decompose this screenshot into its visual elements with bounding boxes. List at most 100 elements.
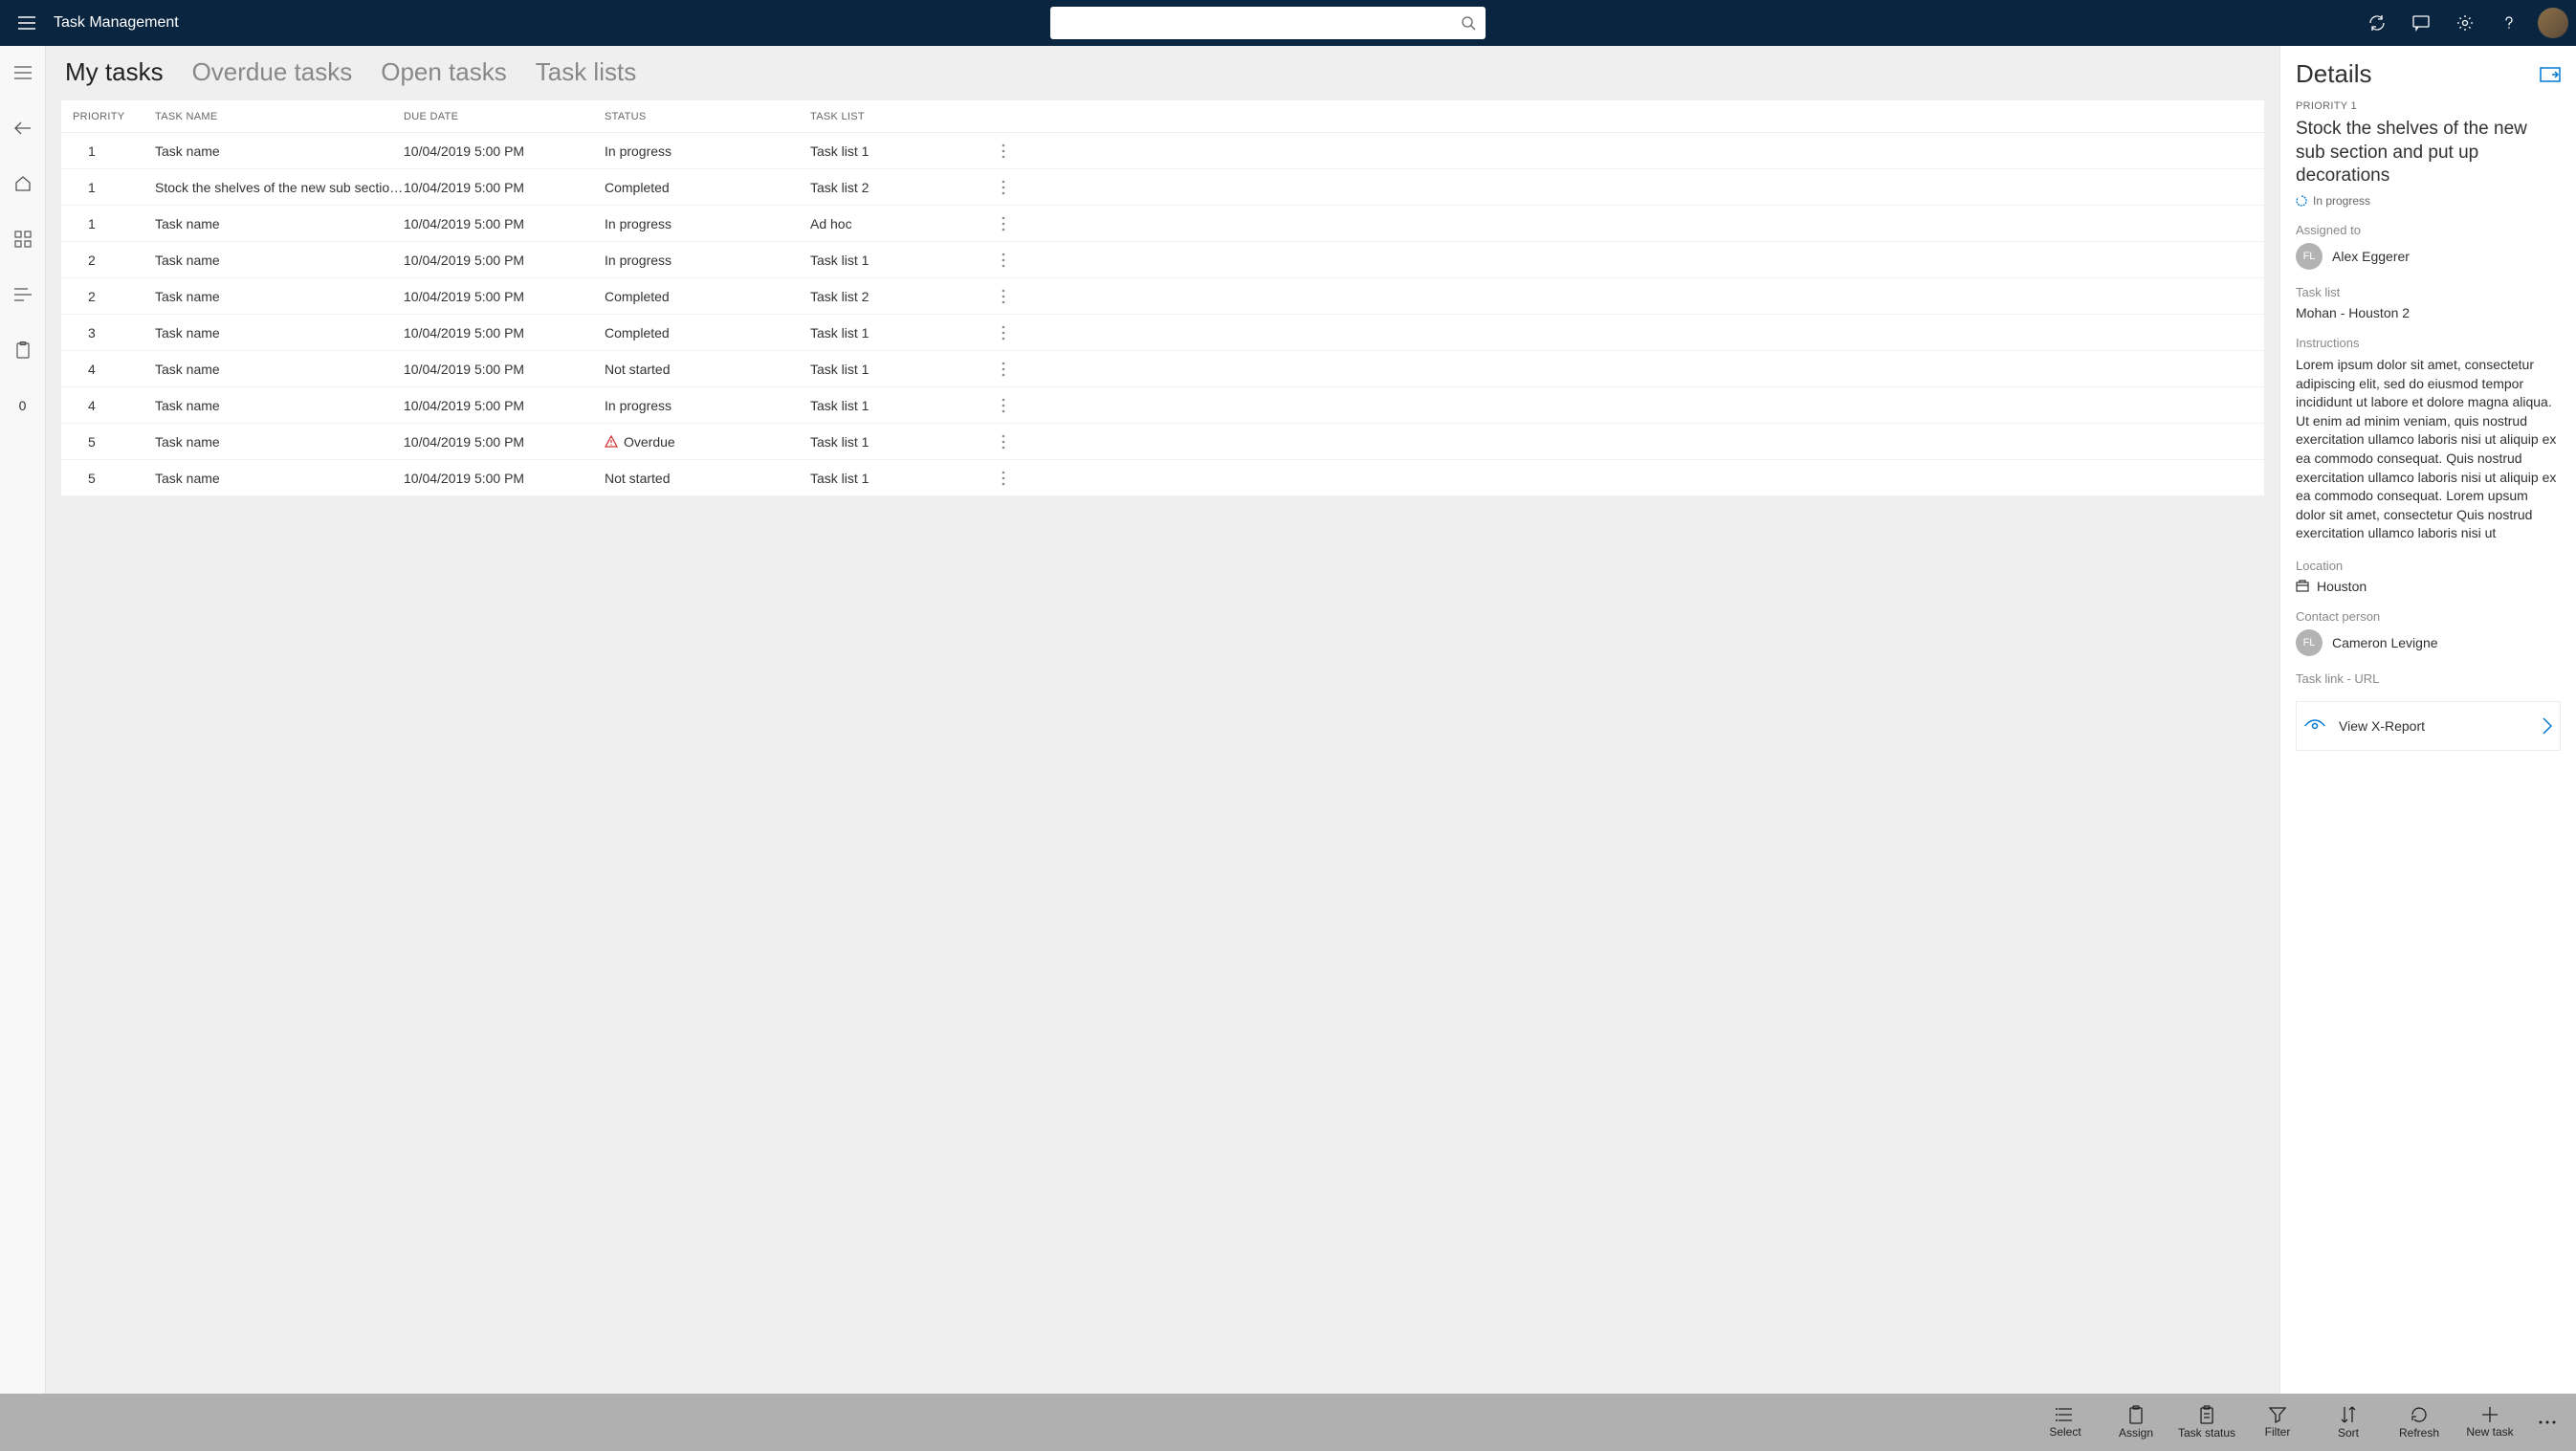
table-row[interactable]: 1Stock the shelves of the new sub sectio… (61, 169, 2264, 206)
cell-task-list: Task list 2 (810, 180, 1002, 195)
row-more-button[interactable] (1002, 289, 1040, 304)
cell-status: Completed (605, 325, 810, 341)
cell-task-list: Task list 1 (810, 253, 1002, 268)
details-heading: Details (2296, 59, 2371, 89)
view-report-link[interactable]: View X-Report (2296, 701, 2561, 751)
row-more-button[interactable] (1002, 434, 1040, 450)
cell-priority: 1 (69, 180, 155, 195)
help-button[interactable] (2490, 4, 2528, 42)
chat-button[interactable] (2402, 4, 2440, 42)
cell-due-date: 10/04/2019 5:00 PM (404, 325, 605, 341)
task-status-button[interactable]: Task status (2174, 1397, 2239, 1447)
table-row[interactable]: 5Task name10/04/2019 5:00 PMNot startedT… (61, 460, 2264, 496)
row-more-button[interactable] (1002, 398, 1040, 413)
row-more-button[interactable] (1002, 143, 1040, 159)
cell-task-name: Task name (155, 289, 404, 304)
rail-menu-button[interactable] (4, 54, 42, 92)
row-more-button[interactable] (1002, 471, 1040, 486)
menu-button[interactable] (8, 4, 46, 42)
action-label: Task status (2178, 1426, 2235, 1440)
cell-priority: 4 (69, 398, 155, 413)
table-row[interactable]: 1Task name10/04/2019 5:00 PMIn progressT… (61, 133, 2264, 169)
more-vertical-icon (1002, 325, 1005, 341)
rail-clipboard-button[interactable] (4, 331, 42, 369)
table-header-row: PRIORITYTASK NAMEDUE DATESTATUSTASK LIST (61, 100, 2264, 133)
rail-home-button[interactable] (4, 165, 42, 203)
details-task-title: Stock the shelves of the new sub section… (2296, 118, 2561, 188)
tasks-table: PRIORITYTASK NAMEDUE DATESTATUSTASK LIST… (61, 100, 2264, 496)
cell-priority: 5 (69, 434, 155, 450)
rail-back-button[interactable] (4, 109, 42, 147)
progress-icon (2296, 195, 2307, 207)
tab-my-tasks[interactable]: My tasks (65, 57, 164, 93)
sort-button[interactable]: Sort (2316, 1397, 2381, 1447)
settings-button[interactable] (2446, 4, 2484, 42)
column-header[interactable]: TASK NAME (155, 111, 404, 122)
table-row[interactable]: 4Task name10/04/2019 5:00 PMIn progressT… (61, 387, 2264, 424)
table-row[interactable]: 1Task name10/04/2019 5:00 PMIn progressA… (61, 206, 2264, 242)
tasklist-value: Mohan - Houston 2 (2296, 305, 2561, 320)
cell-task-list: Task list 1 (810, 398, 1002, 413)
column-header[interactable]: DUE DATE (404, 111, 605, 122)
cell-status: Not started (605, 471, 810, 486)
tab-overdue-tasks[interactable]: Overdue tasks (192, 57, 353, 93)
cell-task-name: Task name (155, 362, 404, 377)
task-status-icon (2199, 1405, 2214, 1424)
table-row[interactable]: 5Task name10/04/2019 5:00 PMOverdueTask … (61, 424, 2264, 460)
row-more-button[interactable] (1002, 216, 1040, 231)
cell-status: Completed (605, 180, 810, 195)
row-more-button[interactable] (1002, 253, 1040, 268)
contact-person[interactable]: FL Cameron Levigne (2296, 629, 2561, 656)
rail-list-button[interactable] (4, 275, 42, 314)
cell-task-list: Task list 1 (810, 362, 1002, 377)
cell-task-name: Task name (155, 253, 404, 268)
new-task-button[interactable]: New task (2457, 1397, 2522, 1447)
contact-label: Contact person (2296, 609, 2561, 624)
more-vertical-icon (1002, 180, 1005, 195)
filter-button[interactable]: Filter (2245, 1397, 2310, 1447)
tab-open-tasks[interactable]: Open tasks (381, 57, 507, 93)
column-header[interactable]: TASK LIST (810, 111, 1002, 122)
column-header[interactable]: PRIORITY (69, 111, 155, 122)
assign-icon (2128, 1405, 2144, 1424)
assigned-person[interactable]: FL Alex Eggerer (2296, 243, 2561, 270)
sync-button[interactable] (2358, 4, 2396, 42)
expand-details-button[interactable] (2540, 67, 2561, 82)
chevron-right-icon (2543, 717, 2552, 735)
search-input[interactable] (1050, 7, 1486, 39)
table-row[interactable]: 2Task name10/04/2019 5:00 PMCompletedTas… (61, 278, 2264, 315)
action-label: Refresh (2399, 1426, 2439, 1440)
action-label: Assign (2119, 1426, 2153, 1440)
row-more-button[interactable] (1002, 362, 1040, 377)
rail-modules-button[interactable] (4, 220, 42, 258)
row-more-button[interactable] (1002, 180, 1040, 195)
cell-priority: 2 (69, 253, 155, 268)
refresh-button[interactable]: Refresh (2387, 1397, 2452, 1447)
more-horizontal-icon (2539, 1420, 2556, 1424)
assign-button[interactable]: Assign (2103, 1397, 2169, 1447)
table-row[interactable]: 3Task name10/04/2019 5:00 PMCompletedTas… (61, 315, 2264, 351)
row-more-button[interactable] (1002, 325, 1040, 341)
back-arrow-icon (14, 121, 32, 135)
table-row[interactable]: 4Task name10/04/2019 5:00 PMNot startedT… (61, 351, 2264, 387)
link-label: Task link - URL (2296, 671, 2561, 686)
modules-icon (14, 231, 32, 248)
user-avatar[interactable] (2538, 8, 2568, 38)
details-status: In progress (2296, 194, 2561, 208)
cell-status: In progress (605, 253, 810, 268)
search-box[interactable] (1050, 7, 1486, 39)
overflow-button[interactable] (2528, 1420, 2566, 1424)
eye-icon (2304, 718, 2325, 734)
assigned-avatar: FL (2296, 243, 2323, 270)
cell-status: Overdue (605, 434, 810, 450)
cell-status: In progress (605, 143, 810, 159)
expand-icon (2540, 67, 2561, 82)
app-title: Task Management (54, 14, 179, 32)
cell-task-name: Task name (155, 434, 404, 450)
select-button[interactable]: Select (2033, 1397, 2098, 1447)
cell-task-list: Task list 2 (810, 289, 1002, 304)
table-row[interactable]: 2Task name10/04/2019 5:00 PMIn progressT… (61, 242, 2264, 278)
column-header[interactable]: STATUS (605, 111, 810, 122)
tab-task-lists[interactable]: Task lists (536, 57, 636, 93)
more-vertical-icon (1002, 362, 1005, 377)
